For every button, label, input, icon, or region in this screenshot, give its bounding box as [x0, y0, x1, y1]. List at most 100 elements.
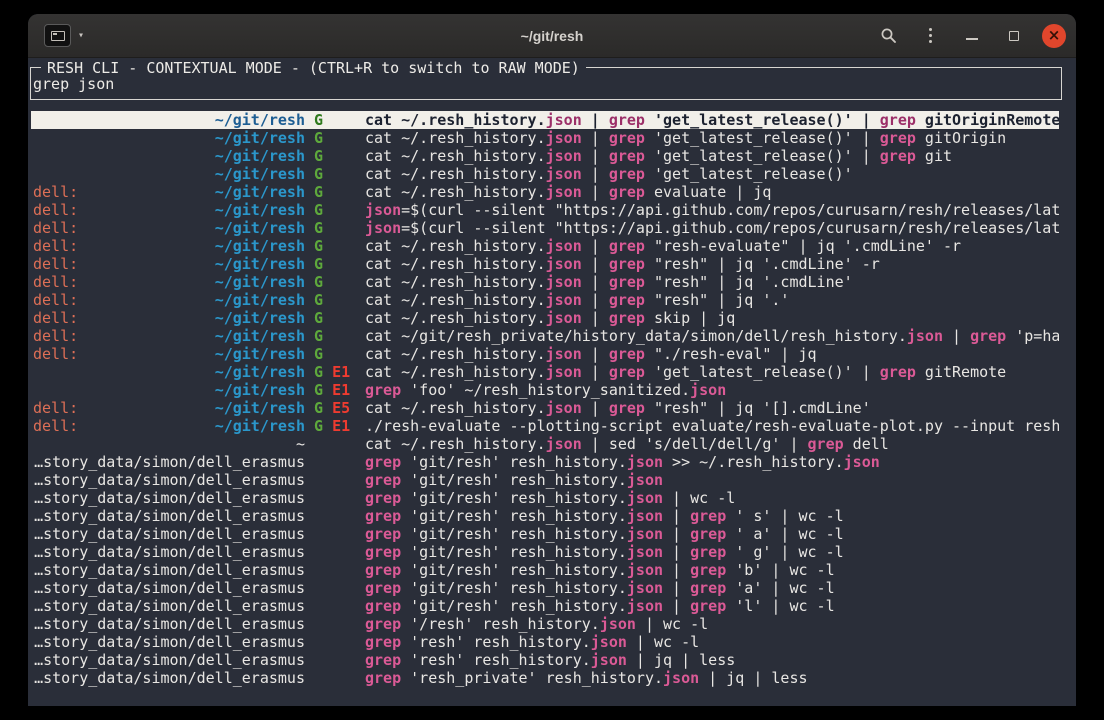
- history-row[interactable]: dell:~/git/reshGcat ~/.resh_history.json…: [31, 183, 1059, 201]
- history-row[interactable]: …story_data/simon/dell_erasmusgrep '/res…: [31, 615, 1059, 633]
- history-row[interactable]: dell:~/git/reshGjson=$(curl --silent "ht…: [31, 219, 1059, 237]
- history-row[interactable]: dell:~/git/reshGcat ~/.resh_history.json…: [31, 255, 1059, 273]
- row-flag: G: [314, 255, 323, 273]
- command-text: 'get_latest_release()' |: [645, 147, 880, 165]
- command-text: 'get_latest_release()': [645, 165, 853, 183]
- close-button[interactable]: ×: [1042, 24, 1066, 48]
- command-text: skip | jq: [645, 309, 735, 327]
- row-command: cat ~/.resh_history.json | grep "resh" |…: [365, 273, 1059, 291]
- history-row[interactable]: …story_data/simon/dell_erasmusgrep 'git/…: [31, 507, 1059, 525]
- history-row[interactable]: …story_data/simon/dell_erasmusgrep 'git/…: [31, 453, 1059, 471]
- history-row[interactable]: dell:~/git/reshGcat ~/.resh_history.json…: [31, 273, 1059, 291]
- row-location: ~/git/resh: [33, 165, 305, 183]
- command-text: 'git/resh' resh_history.: [401, 471, 627, 489]
- row-directory: …story_data/simon/dell_erasmus: [34, 561, 305, 579]
- history-row[interactable]: …story_data/simon/dell_erasmusgrep 'resh…: [31, 633, 1059, 651]
- command-text: gitRemote: [916, 363, 1006, 381]
- command-text: ' g' | wc -l: [726, 543, 843, 561]
- history-row[interactable]: dell:~/git/reshGcat ~/.resh_history.json…: [31, 291, 1059, 309]
- row-directory: ~/git/resh: [215, 309, 305, 327]
- command-text: 'resh' resh_history.: [401, 633, 591, 651]
- row-flags: [314, 669, 360, 687]
- history-row[interactable]: …story_data/simon/dell_erasmus grep 'git/…: [31, 561, 1059, 579]
- row-directory: ~: [296, 435, 305, 453]
- command-match: grep: [690, 543, 726, 561]
- titlebar-right-controls: ×: [874, 22, 1066, 50]
- row-location: ~/git/resh: [33, 147, 305, 165]
- history-row[interactable]: dell:~/git/reshGcat ~/.resh_history.json…: [31, 309, 1059, 327]
- chevron-down-icon[interactable]: ▾: [78, 31, 84, 41]
- history-row[interactable]: …story_data/simon/dell_erasmusgrep 'git/…: [31, 525, 1059, 543]
- command-text: 'git/resh' resh_history.: [401, 561, 627, 579]
- history-row[interactable]: ~/git/reshG E1cat ~/.resh_history.json |…: [31, 363, 1059, 381]
- history-row[interactable]: dell:~/git/reshGcat ~/git/resh_private/h…: [31, 327, 1059, 345]
- search-button[interactable]: [874, 22, 902, 50]
- history-row[interactable]: …story_data/simon/dell_erasmusgrep 'git/…: [31, 543, 1059, 561]
- row-host: dell:: [33, 219, 78, 237]
- row-location: dell:~/git/resh: [33, 309, 305, 327]
- row-flag: G: [314, 417, 323, 435]
- command-text: 'foo' ~/resh_history_sanitized.: [401, 381, 690, 399]
- row-flags: G: [314, 219, 360, 237]
- command-text: |: [582, 129, 609, 147]
- history-row[interactable]: …story_data/simon/dell_erasmusgrep 'git/…: [31, 471, 1059, 489]
- history-row[interactable]: ~/git/reshG E1grep 'foo' ~/resh_history_…: [31, 381, 1059, 399]
- row-flag: G: [314, 111, 323, 129]
- history-row-selected[interactable]: ~/git/reshGcat ~/.resh_history.json | gr…: [31, 111, 1059, 129]
- row-flags: G: [314, 273, 360, 291]
- history-row[interactable]: …story_data/simon/dell_erasmusgrep 'git/…: [31, 579, 1059, 597]
- row-host: dell:: [33, 417, 78, 435]
- history-row[interactable]: dell:~/git/reshG E1./resh-evaluate --plo…: [31, 417, 1059, 435]
- row-flags: G: [314, 237, 360, 255]
- row-flags: G E1: [314, 363, 360, 381]
- command-text: 'git/resh' resh_history.: [401, 507, 627, 525]
- row-directory: ~/git/resh: [215, 129, 305, 147]
- command-match: json: [627, 543, 663, 561]
- new-terminal-button[interactable]: [44, 24, 71, 47]
- history-row[interactable]: ~/git/reshGcat ~/.resh_history.json | gr…: [31, 147, 1059, 165]
- history-row[interactable]: …story_data/simon/dell_erasmusgrep 'resh…: [31, 669, 1059, 687]
- history-row[interactable]: ~/git/reshGcat ~/.resh_history.json | gr…: [31, 129, 1059, 147]
- titlebar-left-controls: ▾: [44, 24, 84, 47]
- row-location: dell:~/git/resh: [33, 219, 305, 237]
- menu-button[interactable]: [916, 22, 944, 50]
- row-location: dell: ~/git/resh: [33, 327, 305, 345]
- command-match: grep: [365, 579, 401, 597]
- row-command: grep 'git/resh' resh_history.json >> ~/.…: [365, 453, 1059, 471]
- command-match: grep: [365, 561, 401, 579]
- command-match: grep: [690, 579, 726, 597]
- terminal-content[interactable]: RESH CLI - CONTEXTUAL MODE - (CTRL+R to …: [28, 58, 1076, 706]
- history-row[interactable]: dell:~/git/reshGcat ~/.resh_history.json…: [31, 237, 1059, 255]
- history-row[interactable]: dell:~/git/reshG E5cat ~/.resh_history.j…: [31, 399, 1059, 417]
- row-location: …story_data/simon/dell_erasmus: [33, 633, 305, 651]
- history-row[interactable]: ~cat ~/.resh_history.json | sed 's/dell/…: [31, 435, 1059, 453]
- command-text: gitOrigin: [916, 129, 1006, 147]
- row-location: ~/git/resh: [33, 111, 305, 129]
- desktop-background: ▾ ~/git/resh: [0, 0, 1104, 720]
- row-command: grep 'git/resh' resh_history.json | grep…: [365, 507, 1059, 525]
- command-match: json: [546, 363, 582, 381]
- row-host: dell:: [33, 327, 78, 345]
- row-flags: G: [314, 129, 360, 147]
- command-text: |: [582, 291, 609, 309]
- command-text: |: [582, 255, 609, 273]
- history-row[interactable]: dell:~/git/reshGjson=$(curl --silent "ht…: [31, 201, 1059, 219]
- unmaximize-button[interactable]: [1000, 22, 1028, 50]
- command-match: grep: [609, 291, 645, 309]
- command-match: json: [365, 201, 401, 219]
- row-location: …story_data/simon/dell_erasmus: [33, 543, 305, 561]
- command-text: |: [663, 561, 690, 579]
- history-row[interactable]: ~/git/reshGcat ~/.resh_history.json | gr…: [31, 165, 1059, 183]
- row-directory: ~/git/resh: [215, 327, 305, 345]
- command-match: json: [627, 489, 663, 507]
- titlebar[interactable]: ▾ ~/git/resh: [28, 14, 1076, 58]
- history-row[interactable]: …story_data/simon/dell_erasmusgrep 'resh…: [31, 651, 1059, 669]
- row-flags: [314, 633, 360, 651]
- history-row[interactable]: …story_data/simon/dell_erasmusgrep 'git/…: [31, 597, 1059, 615]
- command-text: 'get_latest_release()' |: [645, 129, 880, 147]
- history-row[interactable]: dell:~/git/reshGcat ~/.resh_history.json…: [31, 345, 1059, 363]
- history-row[interactable]: …story_data/simon/dell_erasmusgrep 'git/…: [31, 489, 1059, 507]
- minimize-button[interactable]: [958, 22, 986, 50]
- command-text: "resh-evaluate" | jq '.cmdLine' -r: [645, 237, 961, 255]
- command-text: 'git/resh' resh_history.: [401, 525, 627, 543]
